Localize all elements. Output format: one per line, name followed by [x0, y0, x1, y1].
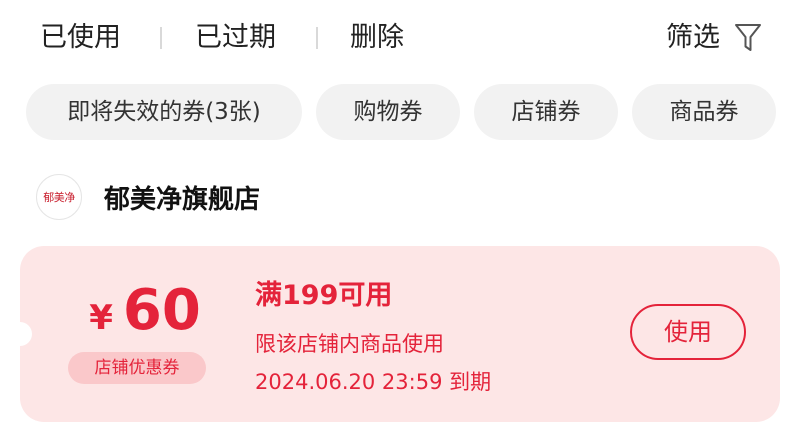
shop-row[interactable]: 郁美净 郁美净旗舰店	[36, 173, 260, 221]
use-coupon-button[interactable]: 使用	[630, 304, 746, 360]
coupon-scope: 限该店铺内商品使用	[255, 332, 444, 356]
coupon-category-chips: 即将失效的券(3张) 购物券 店铺券 商品券	[0, 84, 800, 140]
filter-button[interactable]: 筛选	[666, 18, 762, 58]
currency-symbol: ¥	[89, 298, 113, 338]
shop-logo-text: 郁美净	[43, 191, 75, 204]
shop-logo: 郁美净	[36, 174, 82, 220]
filter-label: 筛选	[666, 22, 720, 53]
chip-shopping-coupon[interactable]: 购物券	[316, 84, 460, 140]
divider	[160, 27, 162, 49]
chip-store-coupon[interactable]: 店铺券	[474, 84, 618, 140]
used-tab[interactable]: 已使用	[40, 18, 121, 58]
expired-tab[interactable]: 已过期	[195, 18, 276, 58]
coupon-expiry: 2024.06.20 23:59 到期	[255, 370, 492, 394]
coupon-card: ¥ 60 店铺优惠券 满199可用 限该店铺内商品使用 2024.06.20 2…	[20, 246, 780, 422]
top-action-bar: 已使用 已过期 删除 筛选	[0, 0, 800, 78]
coupon-type-badge: 店铺优惠券	[68, 352, 206, 384]
delete-button[interactable]: 删除	[350, 18, 404, 58]
coupon-condition: 满199可用	[255, 280, 393, 311]
coupon-amount: ¥ 60	[80, 276, 210, 346]
shop-name: 郁美净旗舰店	[104, 184, 261, 215]
coupon-notch	[20, 322, 32, 346]
filter-icon	[735, 24, 761, 51]
chip-expiring-soon[interactable]: 即将失效的券(3张)	[26, 84, 302, 140]
coupon-value: 60	[122, 278, 201, 343]
divider	[316, 27, 318, 49]
coupon-page: 已使用 已过期 删除 筛选 即将失效的券(3张) 购物券 店铺券 商品券 郁美净…	[0, 0, 800, 433]
chip-product-coupon[interactable]: 商品券	[632, 84, 776, 140]
